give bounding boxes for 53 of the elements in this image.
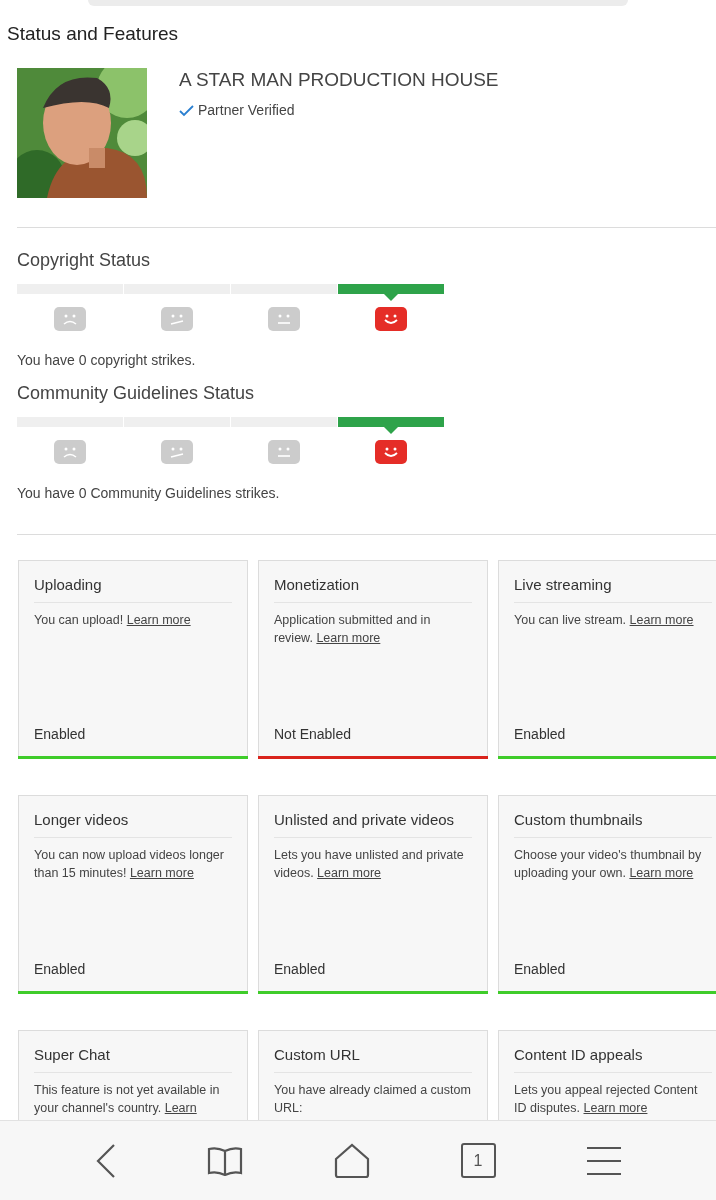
feature-title: Uploading <box>34 576 232 603</box>
face-icon <box>54 307 86 331</box>
learn-more-link[interactable]: Learn more <box>629 613 694 627</box>
feature-title: Live streaming <box>514 576 712 603</box>
learn-more-link[interactable]: Learn more <box>629 866 694 880</box>
learn-more-link[interactable]: Learn more <box>126 613 191 627</box>
menu-icon[interactable] <box>586 1145 621 1176</box>
feature-description: You can upload! Learn more <box>34 612 192 629</box>
face-icon <box>54 440 86 464</box>
feature-status: Enabled <box>514 960 567 979</box>
learn-more-link[interactable]: Learn more <box>316 631 381 645</box>
face-icon <box>161 307 193 331</box>
section-title: Community Guidelines Status <box>17 382 256 404</box>
feature-description: Lets you have unlisted and private videos. Learn more <box>274 847 465 882</box>
home-icon[interactable] <box>333 1142 370 1179</box>
feature-status: Enabled <box>34 725 87 744</box>
feature-description: You can now upload videos longer than 15 minutes! Learn more <box>34 847 225 882</box>
back-icon[interactable] <box>95 1143 116 1178</box>
strike-message: You have 0 Community Guidelines strikes. <box>17 484 281 502</box>
feature-title: Custom thumbnails <box>514 811 712 838</box>
feature-title: Unlisted and private videos <box>274 811 472 838</box>
feature-title: Super Chat <box>34 1046 232 1073</box>
learn-more-link[interactable]: Learn more <box>129 866 194 880</box>
feature-title: Content ID appeals <box>514 1046 712 1073</box>
face-icon <box>375 440 407 464</box>
feature-status: Enabled <box>34 960 87 979</box>
face-icon <box>161 440 193 464</box>
section-title: Copyright Status <box>17 249 152 271</box>
face-icon <box>375 307 407 331</box>
feature-title: Custom URL <box>274 1046 472 1073</box>
page-title: Status and Features <box>6 22 180 46</box>
face-icon <box>268 440 300 464</box>
learn-more-link[interactable]: Learn <box>164 1101 197 1115</box>
feature-status: Enabled <box>274 960 327 979</box>
strike-message: You have 0 copyright strikes. <box>17 351 197 369</box>
learn-more-link[interactable]: Learn more <box>583 1101 648 1115</box>
feature-description: Lets you appeal rejected Content ID disputes. Learn more <box>514 1082 699 1117</box>
feature-description: You can live stream. Learn more <box>514 612 695 629</box>
face-icon <box>268 307 300 331</box>
feature-status: Enabled <box>514 725 567 744</box>
feature-description: Choose your video's thumbnail by uploading your own. Learn more <box>514 847 703 882</box>
verified-label: Partner Verified <box>198 101 295 120</box>
learn-more-link[interactable]: Learn more <box>317 866 382 880</box>
feature-description: Application submitted and in review. Learn more <box>274 612 432 647</box>
feature-status: Not Enabled <box>274 725 353 744</box>
checkmark-icon <box>179 104 194 117</box>
feature-title: Monetization <box>274 576 472 603</box>
feature-description: This feature is not yet available in your channel's country. Learn <box>34 1082 221 1117</box>
book-icon[interactable] <box>206 1145 243 1176</box>
tab-count-button[interactable]: 1 <box>460 1143 496 1178</box>
channel-name: A STAR MAN PRODUCTION HOUSE <box>179 69 499 91</box>
feature-title: Longer videos <box>34 811 232 838</box>
feature-description: You have already claimed a custom URL: <box>274 1082 472 1117</box>
